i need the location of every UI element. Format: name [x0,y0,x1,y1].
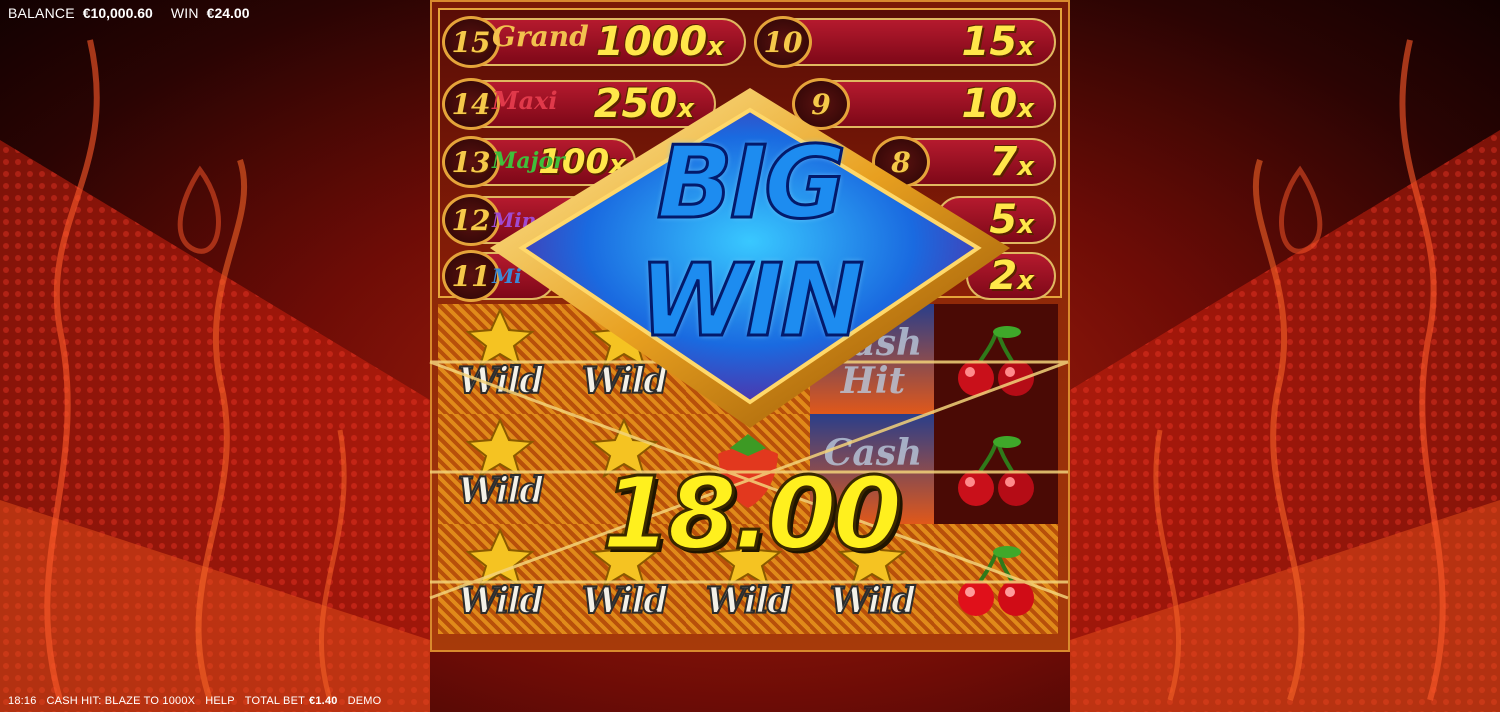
multiplier-value: 1000x [595,19,724,65]
balance-label: BALANCE [8,5,75,21]
clock: 18:16 [8,695,37,707]
wild-label: Wild [705,579,793,623]
symbol-cherry [934,414,1058,524]
star-icon [465,528,535,588]
cherry-icon [958,546,1034,616]
multiplier-value: 15x [961,19,1034,65]
count-badge: 10 [754,16,812,68]
big-win-line1: BIG [655,124,848,241]
win-label: WIN [170,5,199,21]
wild-label: Wild [581,579,669,623]
game-title: CASH HIT: BLAZE TO 1000X [46,695,196,707]
wild-label: Wild [457,579,545,623]
big-win-line2: WIN [637,242,865,359]
symbol-wild: Wild [438,524,562,634]
symbol-cherry [934,524,1058,634]
mode-label: DEMO [347,695,382,707]
paytable-row-10: 10 15x [754,16,1056,68]
help-button[interactable]: HELP [205,695,235,707]
cherry-icon [958,436,1034,506]
total-bet-value: €1.40 [309,695,338,707]
footer-bar: 18:16 CASH HIT: BLAZE TO 1000X HELP TOTA… [8,692,381,710]
big-win-banner: BIG WIN [490,88,1010,428]
balance-bar: BALANCE €10,000.60 WIN €24.00 [8,4,260,22]
symbol-wild: Wild [438,414,562,524]
wild-label: Wild [829,579,917,623]
paytable-row-15: 15 Grand 1000x [442,16,746,68]
wild-label: Wild [457,469,545,513]
tier-label-grand: Grand [492,20,589,53]
total-bet-label: TOTAL BET [244,695,306,707]
win-amount: 18.00 [600,454,903,574]
balance-value: €10,000.60 [82,5,153,21]
win-value: €24.00 [206,5,250,21]
